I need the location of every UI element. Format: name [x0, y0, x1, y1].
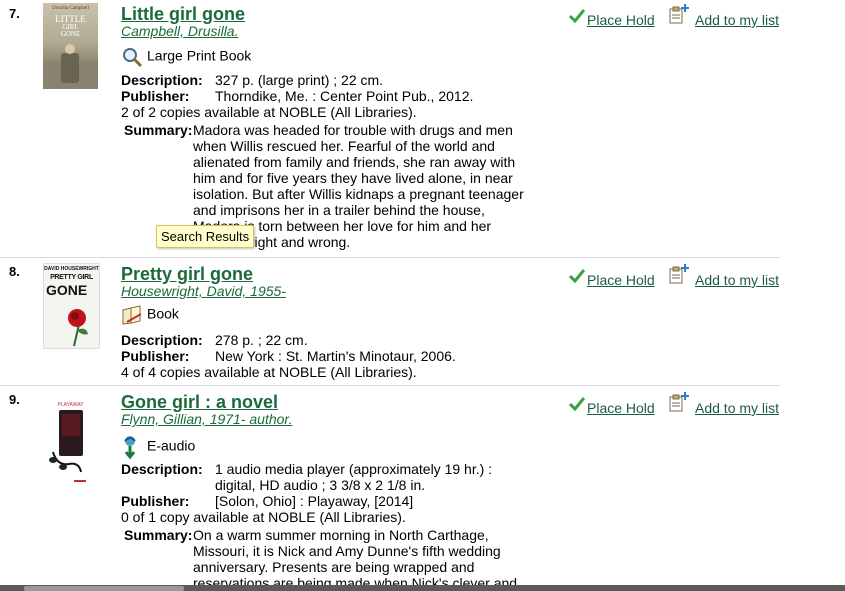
publisher-row: Publisher: [Solon, Ohio] : Playaway, [201… — [121, 493, 413, 509]
summary-line: when Willis rescued her. Fearful of the … — [193, 138, 495, 154]
result-number: 9. — [9, 392, 20, 407]
checkmark-icon — [569, 9, 585, 23]
checkmark-icon — [569, 397, 585, 411]
tooltip: Search Results — [156, 225, 255, 248]
summary-line: and imprisons her in a trailer behind th… — [193, 202, 485, 218]
format-row: Book — [121, 304, 179, 326]
add-list-icon[interactable] — [669, 392, 689, 412]
description-value: 327 p. (large print) ; 22 cm. — [215, 72, 384, 88]
result-item: 9. PLAYAWAY Gone girl : a novel Flynn, G… — [0, 386, 782, 591]
publisher-value: Thorndike, Me. : Center Point Pub., 2012… — [215, 88, 474, 104]
format-row: Large Print Book — [121, 46, 251, 68]
description-row: Description: 1 audio media player (approx… — [121, 461, 492, 477]
publisher-label: Publisher: — [121, 348, 190, 364]
add-to-list-link[interactable]: Add to my list — [695, 272, 779, 288]
add-to-list-link[interactable]: Add to my list — [695, 400, 779, 416]
description-label: Description: — [121, 461, 203, 477]
publisher-label: Publisher: — [121, 493, 190, 509]
result-number: 8. — [9, 264, 20, 279]
publisher-row: Publisher: Thorndike, Me. : Center Point … — [121, 88, 473, 104]
add-list-icon[interactable] — [669, 264, 689, 284]
summary-line: him and for five years they have lived a… — [193, 170, 513, 186]
publisher-row: Publisher: New York : St. Martin's Minota… — [121, 348, 456, 364]
availability-text: 4 of 4 copies available at NOBLE (All Li… — [121, 364, 417, 380]
publisher-value: New York : St. Martin's Minotaur, 2006. — [215, 348, 456, 364]
magnifier-book-icon — [121, 46, 143, 68]
format-label: Book — [147, 305, 179, 322]
place-hold-link[interactable]: Place Hold — [587, 400, 655, 416]
summary-line: Madora was headed for trouble with drugs… — [193, 122, 513, 138]
summary-line: On a warm summer morning in North Cartha… — [193, 527, 489, 543]
summary-text: On a warm summer morning in North Cartha… — [193, 527, 538, 591]
eaudio-icon — [121, 434, 143, 460]
summary-line: Missouri, it is Nick and Amy Dunne's fif… — [193, 543, 501, 559]
result-author-link[interactable]: Campbell, Drusilla. — [121, 23, 238, 39]
add-to-list-link[interactable]: Add to my list — [695, 12, 779, 28]
result-number: 7. — [9, 6, 20, 21]
format-label: E-audio — [147, 437, 196, 454]
publisher-label: Publisher: — [121, 88, 190, 104]
result-title-link[interactable]: Gone girl : a novel — [121, 392, 278, 413]
summary-line: anniversary. Presents are being wrapped … — [193, 559, 475, 575]
description-value: 278 p. ; 22 cm. — [215, 332, 308, 348]
description-value: digital, HD audio ; 3 3/8 x 2 1/8 in. — [215, 477, 426, 493]
cover-image[interactable]: Drusilla Campbell LITTLE GIRL GONE — [43, 3, 98, 89]
audio-player-illustration — [49, 410, 86, 482]
summary-line: alienated from family and friends, she r… — [193, 154, 516, 170]
availability-text: 0 of 1 copy available at NOBLE (All Libr… — [121, 509, 406, 525]
description-label: Description: — [121, 332, 203, 348]
description-row: Description: 327 p. (large print) ; 22 cm… — [121, 72, 383, 88]
description-row: Description: 278 p. ; 22 cm. — [121, 332, 308, 348]
add-list-icon[interactable] — [669, 4, 689, 24]
summary-label: Summary: — [124, 527, 193, 543]
summary-label: Summary: — [124, 122, 193, 138]
format-label: Large Print Book — [147, 47, 252, 64]
checkmark-icon — [569, 269, 585, 283]
result-author-link[interactable]: Flynn, Gillian, 1971- author. — [121, 411, 292, 427]
result-title-link[interactable]: Little girl gone — [121, 4, 245, 25]
description-value: 1 audio media player (approximately 19 h… — [215, 461, 493, 477]
cover-image[interactable]: DAVID HOUSEWRIGHT PRETTY GIRL GONE — [43, 263, 100, 349]
cover-image[interactable]: PLAYAWAY — [43, 400, 98, 486]
summary-line: isolation. But after Willis kidnaps a pr… — [193, 186, 524, 202]
availability-text: 2 of 2 copies available at NOBLE (All Li… — [121, 104, 417, 120]
description-label: Description: — [121, 72, 203, 88]
book-icon — [121, 304, 143, 326]
format-row: E-audio — [121, 434, 195, 460]
scrollbar-thumb[interactable] — [24, 586, 184, 591]
place-hold-link[interactable]: Place Hold — [587, 272, 655, 288]
result-author-link[interactable]: Housewright, David, 1955- — [121, 283, 286, 299]
rose-illustration — [68, 309, 88, 347]
description-row-continued: digital, HD audio ; 3 3/8 x 2 1/8 in. — [121, 477, 425, 493]
result-item: 7. Drusilla Campbell LITTLE GIRL GONE Li… — [0, 0, 782, 258]
result-title-link[interactable]: Pretty girl gone — [121, 264, 253, 285]
result-item: 8. DAVID HOUSEWRIGHT PRETTY GIRL GONE Pr… — [0, 258, 782, 385]
cover-illustration — [43, 44, 98, 89]
place-hold-link[interactable]: Place Hold — [587, 12, 655, 28]
publisher-value: [Solon, Ohio] : Playaway, [2014] — [215, 493, 414, 509]
